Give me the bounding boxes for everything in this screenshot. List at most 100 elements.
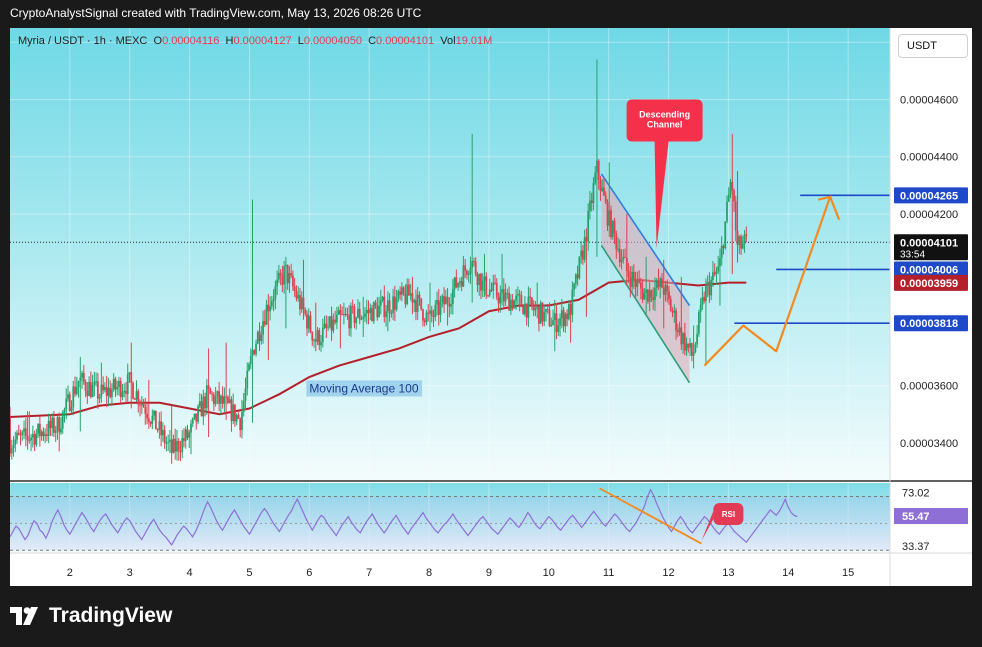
candle-body — [518, 294, 521, 296]
candle-body — [597, 160, 600, 180]
candle-body — [19, 434, 22, 436]
candle-body — [285, 264, 287, 267]
candle-body — [464, 265, 467, 271]
high-value: 0.00004127 — [233, 35, 292, 47]
candle-body — [546, 309, 549, 311]
candle-body — [177, 440, 180, 452]
candle-body — [135, 391, 138, 400]
rsi-current-value: 55.47 — [902, 511, 930, 523]
candle-body — [181, 438, 184, 453]
candle-body — [399, 291, 402, 295]
candle-body — [211, 393, 213, 395]
candle-body — [631, 271, 633, 288]
candle-body — [228, 399, 231, 403]
candle-body — [353, 306, 356, 324]
candle-body — [604, 195, 607, 202]
candle-body — [390, 312, 393, 314]
candle-body — [205, 385, 208, 409]
candle-body — [142, 403, 145, 408]
candle-body — [601, 187, 604, 192]
candle-body — [251, 350, 254, 356]
candle-body — [342, 313, 345, 315]
candle-body — [692, 352, 695, 356]
candle-body — [24, 428, 27, 436]
candle-body — [195, 413, 198, 422]
candle-body — [102, 384, 105, 391]
candle-body — [654, 288, 656, 300]
candle-body — [47, 420, 50, 436]
candle-body — [144, 407, 147, 414]
candle-body — [242, 401, 245, 413]
candle-body — [432, 315, 435, 317]
candle-body — [487, 295, 489, 297]
candle-body — [636, 280, 639, 287]
candle-body — [515, 295, 518, 301]
candle-body — [118, 380, 120, 388]
candle-body — [453, 277, 456, 289]
candle-body — [664, 285, 667, 295]
candle-body — [408, 284, 410, 296]
candle-body — [712, 272, 714, 280]
candle-body — [334, 319, 337, 323]
candle-body — [371, 308, 373, 322]
candle-body — [641, 288, 644, 300]
candle-body — [697, 312, 700, 334]
candle-body — [471, 261, 474, 268]
candle-body — [652, 297, 655, 300]
candle-body — [481, 280, 484, 291]
candle-body — [608, 210, 611, 226]
candle-body — [96, 381, 99, 399]
candle-body — [357, 308, 359, 318]
price-chart[interactable]: Moving Average 100 DescendingChannel RSI… — [10, 28, 972, 586]
candle-body — [265, 304, 268, 325]
candle-body — [33, 433, 36, 445]
candle-body — [163, 429, 166, 444]
currency-button[interactable]: USDT — [898, 34, 968, 58]
candle-body — [186, 429, 189, 438]
candle-body — [374, 302, 377, 306]
candle-body — [696, 333, 699, 345]
candle-body — [100, 384, 103, 397]
candle-body — [309, 315, 312, 332]
time-tick-label: 14 — [782, 567, 794, 579]
candle-body — [425, 312, 428, 323]
candle-body — [520, 295, 523, 307]
price-tick-label: 0.00004600 — [900, 95, 958, 107]
candle-body — [103, 387, 106, 391]
time-tick-label: 11 — [603, 567, 614, 579]
candle-body — [318, 330, 321, 346]
candle-body — [661, 278, 663, 288]
candle-body — [313, 339, 315, 341]
candle-body — [191, 418, 194, 424]
candle-body — [541, 302, 544, 322]
candle-body — [193, 413, 196, 419]
time-tick-label: 13 — [722, 567, 734, 579]
candle-body — [511, 299, 514, 309]
candle-body — [68, 394, 71, 411]
candle-body — [404, 293, 407, 304]
candle-body — [244, 388, 247, 402]
candle-body — [502, 289, 505, 302]
candle-body — [527, 296, 530, 318]
candle-body — [232, 404, 235, 421]
candle-body — [476, 274, 479, 285]
candle-body — [485, 276, 488, 296]
candle-body — [668, 291, 670, 300]
candle-body — [219, 395, 222, 404]
candle-body — [682, 333, 684, 345]
candle-body — [589, 200, 591, 211]
candle-body — [86, 390, 89, 396]
candle-body — [216, 391, 219, 397]
candle-body — [675, 310, 677, 331]
candle-body — [383, 296, 386, 318]
candle-body — [74, 386, 76, 395]
candle-body — [585, 237, 588, 242]
candle-body — [639, 282, 642, 289]
candle-body — [139, 404, 141, 406]
candle-body — [61, 412, 64, 429]
candle-body — [379, 300, 382, 306]
price-label-value: 0.00004265 — [900, 190, 958, 202]
candle-body — [501, 289, 503, 294]
volume-label: Vol — [440, 35, 456, 47]
candle-body — [351, 306, 354, 308]
